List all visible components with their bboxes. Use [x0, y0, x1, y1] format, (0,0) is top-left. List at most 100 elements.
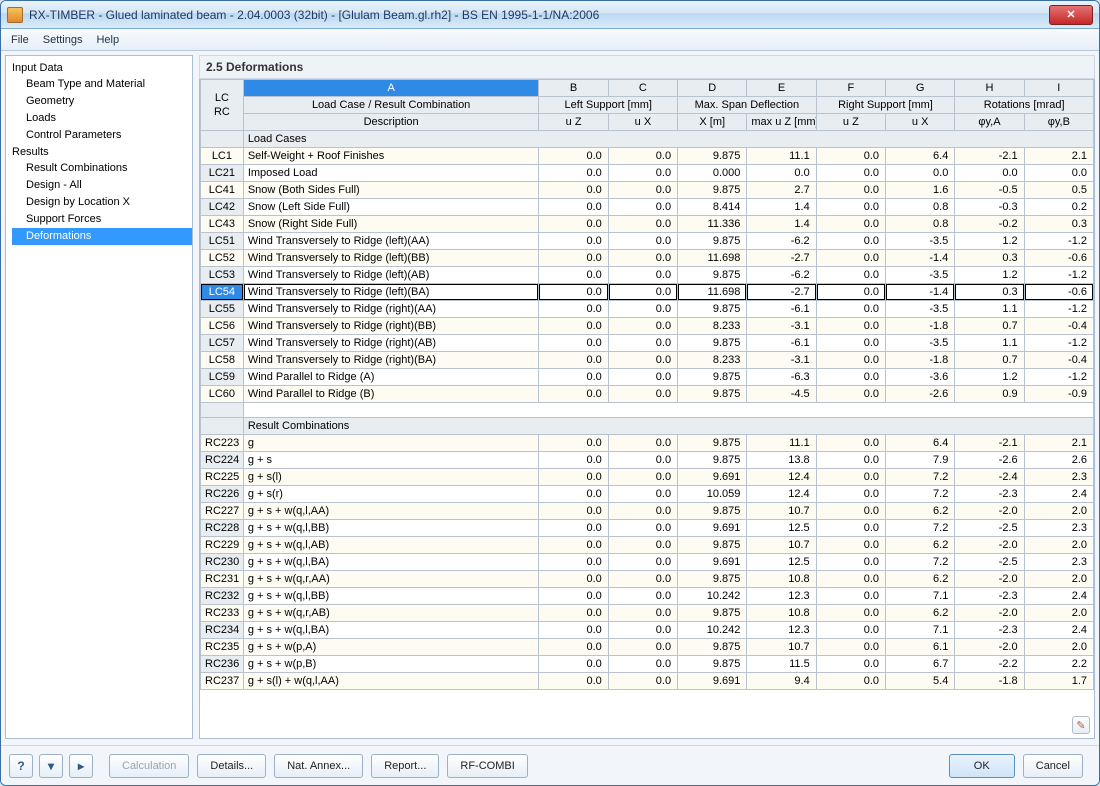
cell-value[interactable]: 2.6 — [1024, 452, 1093, 469]
cell-value[interactable]: 0.0 — [608, 435, 677, 452]
row-description[interactable]: g + s + w(q,l,AB) — [243, 537, 539, 554]
row-id[interactable]: RC230 — [201, 554, 244, 571]
cell-value[interactable]: 0.0 — [816, 554, 885, 571]
cell-value[interactable]: 0.3 — [1024, 216, 1093, 233]
col-letter[interactable]: H — [955, 80, 1024, 97]
cell-value[interactable]: 10.242 — [678, 588, 747, 605]
cell-value[interactable]: 7.1 — [886, 622, 955, 639]
cell-value[interactable]: 0.0 — [539, 318, 608, 335]
row-description[interactable]: g + s — [243, 452, 539, 469]
cell-value[interactable]: -1.2 — [1024, 233, 1093, 250]
cell-value[interactable]: 0.0 — [608, 622, 677, 639]
cell-value[interactable]: -1.8 — [955, 673, 1024, 690]
cell-value[interactable]: 9.875 — [678, 233, 747, 250]
table-row[interactable]: LC43Snow (Right Side Full)0.00.011.3361.… — [201, 216, 1094, 233]
row-description[interactable]: g + s + w(q,r,AB) — [243, 605, 539, 622]
cell-value[interactable]: 0.0 — [539, 335, 608, 352]
row-description[interactable]: g + s + w(p,A) — [243, 639, 539, 656]
tree-item[interactable]: Design by Location X — [12, 194, 192, 211]
cell-value[interactable]: 0.0 — [539, 554, 608, 571]
cell-value[interactable]: 0.0 — [608, 486, 677, 503]
calculation-button[interactable]: Calculation — [109, 754, 189, 778]
cell-value[interactable]: 0.0 — [608, 267, 677, 284]
table-row[interactable]: LC56Wind Transversely to Ridge (right)(B… — [201, 318, 1094, 335]
cell-value[interactable]: 8.233 — [678, 352, 747, 369]
cell-value[interactable]: 9.875 — [678, 267, 747, 284]
cell-value[interactable]: 1.7 — [1024, 673, 1093, 690]
row-id[interactable]: LC51 — [201, 233, 244, 250]
cell-value[interactable]: 9.875 — [678, 386, 747, 403]
grid-tool-icon[interactable]: ✎ — [1072, 716, 1090, 734]
cell-value[interactable]: 0.0 — [816, 318, 885, 335]
cell-value[interactable]: 0.0 — [816, 571, 885, 588]
cell-value[interactable]: 0.0 — [955, 165, 1024, 182]
cell-value[interactable]: 0.0 — [539, 284, 608, 301]
row-id[interactable]: RC227 — [201, 503, 244, 520]
cell-value[interactable]: 0.0 — [539, 605, 608, 622]
cell-value[interactable]: 0.7 — [955, 318, 1024, 335]
cell-value[interactable]: 0.0 — [816, 165, 885, 182]
col-header[interactable]: u X — [608, 114, 677, 131]
cell-value[interactable]: 0.0 — [816, 503, 885, 520]
cell-value[interactable]: -1.2 — [1024, 369, 1093, 386]
row-description[interactable]: Wind Transversely to Ridge (left)(AA) — [243, 233, 539, 250]
row-description[interactable]: Wind Transversely to Ridge (left)(AB) — [243, 267, 539, 284]
cell-value[interactable]: 9.875 — [678, 335, 747, 352]
cell-value[interactable]: -2.3 — [955, 588, 1024, 605]
cell-value[interactable]: 7.9 — [886, 452, 955, 469]
row-id[interactable]: LC41 — [201, 182, 244, 199]
cell-value[interactable]: 0.0 — [608, 148, 677, 165]
cell-value[interactable]: 0.0 — [539, 301, 608, 318]
table-row[interactable]: LC59Wind Parallel to Ridge (A)0.00.09.87… — [201, 369, 1094, 386]
cell-value[interactable]: -2.0 — [955, 639, 1024, 656]
cell-value[interactable]: -3.1 — [747, 318, 816, 335]
cell-value[interactable]: 0.0 — [539, 622, 608, 639]
table-row[interactable]: LC21Imposed Load0.00.00.0000.00.00.00.00… — [201, 165, 1094, 182]
tree-item[interactable]: Control Parameters — [12, 127, 192, 144]
cell-value[interactable]: 6.2 — [886, 503, 955, 520]
cell-value[interactable]: 2.4 — [1024, 622, 1093, 639]
cell-value[interactable]: 0.0 — [816, 588, 885, 605]
cell-value[interactable]: 10.7 — [747, 639, 816, 656]
tree-item[interactable]: Design - All — [12, 177, 192, 194]
cell-value[interactable]: 0.0 — [816, 216, 885, 233]
cell-value[interactable]: 2.1 — [1024, 148, 1093, 165]
cell-value[interactable]: -0.4 — [1024, 352, 1093, 369]
cell-value[interactable]: 0.5 — [1024, 182, 1093, 199]
cell-value[interactable]: 0.0 — [539, 588, 608, 605]
toolbar-icon-2[interactable]: ▸ — [69, 754, 93, 778]
row-id[interactable]: LC54 — [201, 284, 244, 301]
row-description[interactable]: Wind Parallel to Ridge (A) — [243, 369, 539, 386]
cell-value[interactable]: 0.0 — [816, 452, 885, 469]
row-id[interactable]: LC42 — [201, 199, 244, 216]
col-header[interactable]: max u Z [mm] — [747, 114, 816, 131]
cell-value[interactable]: 13.8 — [747, 452, 816, 469]
cell-value[interactable]: 0.0 — [608, 469, 677, 486]
cell-value[interactable]: 11.336 — [678, 216, 747, 233]
cell-value[interactable]: 1.4 — [747, 216, 816, 233]
help-icon-button[interactable]: ? — [9, 754, 33, 778]
cell-value[interactable]: 6.7 — [886, 656, 955, 673]
cell-value[interactable]: 0.0 — [747, 165, 816, 182]
cell-value[interactable]: 0.0 — [608, 199, 677, 216]
cell-value[interactable]: 0.0 — [539, 503, 608, 520]
cell-value[interactable]: 0.0 — [816, 673, 885, 690]
row-id[interactable]: RC229 — [201, 537, 244, 554]
cell-value[interactable]: 9.875 — [678, 605, 747, 622]
cell-value[interactable]: 9.875 — [678, 148, 747, 165]
cell-value[interactable]: 9.875 — [678, 301, 747, 318]
menu-file[interactable]: File — [11, 34, 29, 46]
cell-value[interactable]: 0.0 — [608, 233, 677, 250]
cell-value[interactable]: 9.691 — [678, 554, 747, 571]
cell-value[interactable]: -2.3 — [955, 486, 1024, 503]
row-id[interactable]: RC234 — [201, 622, 244, 639]
row-description[interactable]: Snow (Left Side Full) — [243, 199, 539, 216]
cell-value[interactable]: 0.0 — [816, 352, 885, 369]
table-row[interactable]: LC57Wind Transversely to Ridge (right)(A… — [201, 335, 1094, 352]
table-row[interactable]: RC225g + s(l)0.00.09.69112.40.07.2-2.42.… — [201, 469, 1094, 486]
table-row[interactable]: LC55Wind Transversely to Ridge (right)(A… — [201, 301, 1094, 318]
cell-value[interactable]: 5.4 — [886, 673, 955, 690]
table-row[interactable]: LC42Snow (Left Side Full)0.00.08.4141.40… — [201, 199, 1094, 216]
table-row[interactable]: LC60Wind Parallel to Ridge (B)0.00.09.87… — [201, 386, 1094, 403]
row-id[interactable]: RC236 — [201, 656, 244, 673]
